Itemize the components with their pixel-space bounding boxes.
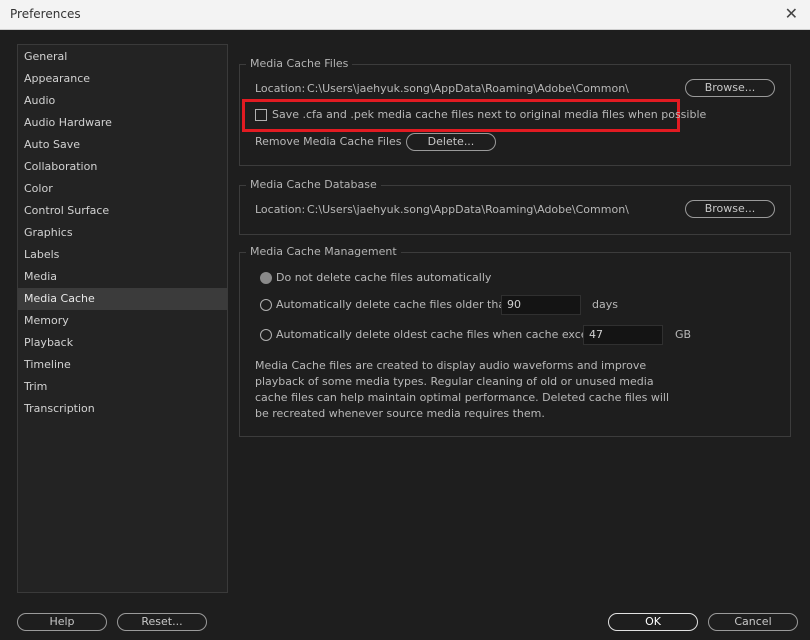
sidebar-item-color[interactable]: Color bbox=[18, 178, 227, 200]
do-not-delete-label: Do not delete cache files automatically bbox=[276, 271, 492, 284]
reset-button[interactable]: Reset... bbox=[117, 613, 207, 631]
sidebar-item-media[interactable]: Media bbox=[18, 266, 227, 288]
sidebar-item-playback[interactable]: Playback bbox=[18, 332, 227, 354]
save-next-to-media-label: Save .cfa and .pek media cache files nex… bbox=[272, 108, 707, 121]
sidebar-item-auto-save[interactable]: Auto Save bbox=[18, 134, 227, 156]
close-icon[interactable]: ✕ bbox=[785, 4, 798, 23]
sidebar-item-appearance[interactable]: Appearance bbox=[18, 68, 227, 90]
sidebar-item-media-cache[interactable]: Media Cache bbox=[18, 288, 227, 310]
location-label: Location: bbox=[255, 82, 306, 95]
cancel-button[interactable]: Cancel bbox=[708, 613, 798, 631]
sidebar: General Appearance Audio Audio Hardware Auto… bbox=[17, 44, 228, 593]
sidebar-item-general[interactable]: General bbox=[18, 46, 227, 68]
delete-exceeds-radio[interactable] bbox=[260, 329, 272, 341]
delete-older-label: Automatically delete cache files older t… bbox=[276, 298, 516, 311]
group-title: Media Cache Management bbox=[246, 245, 401, 258]
sidebar-item-audio[interactable]: Audio bbox=[18, 90, 227, 112]
location-label: Location: bbox=[255, 203, 306, 216]
ok-button[interactable]: OK bbox=[608, 613, 698, 631]
cache-files-browse-button[interactable]: Browse... bbox=[685, 79, 775, 97]
sidebar-item-memory[interactable]: Memory bbox=[18, 310, 227, 332]
gb-unit-label: GB bbox=[675, 328, 692, 341]
cache-files-location-value: C:\Users\jaehyuk.song\AppData\Roaming\Ad… bbox=[307, 82, 629, 95]
do-not-delete-radio[interactable] bbox=[260, 272, 272, 284]
gb-input[interactable]: 47 bbox=[583, 325, 663, 345]
sidebar-item-control-surface[interactable]: Control Surface bbox=[18, 200, 227, 222]
sidebar-item-audio-hardware[interactable]: Audio Hardware bbox=[18, 112, 227, 134]
cache-description: Media Cache files are created to display… bbox=[255, 359, 670, 420]
help-button[interactable]: Help bbox=[17, 613, 107, 631]
save-next-to-media-checkbox[interactable] bbox=[255, 109, 267, 121]
title-bar: Preferences ✕ bbox=[0, 0, 810, 30]
sidebar-item-trim[interactable]: Trim bbox=[18, 376, 227, 398]
group-title: Media Cache Files bbox=[246, 57, 353, 70]
sidebar-item-graphics[interactable]: Graphics bbox=[18, 222, 227, 244]
delete-older-radio[interactable] bbox=[260, 299, 272, 311]
cache-db-location-value: C:\Users\jaehyuk.song\AppData\Roaming\Ad… bbox=[307, 203, 629, 216]
days-unit-label: days bbox=[592, 298, 618, 311]
days-input[interactable]: 90 bbox=[501, 295, 581, 315]
sidebar-list: General Appearance Audio Audio Hardware Auto… bbox=[18, 45, 227, 420]
remove-cache-label: Remove Media Cache Files bbox=[255, 135, 402, 148]
window-title: Preferences bbox=[10, 7, 81, 21]
group-title: Media Cache Database bbox=[246, 178, 381, 191]
cache-db-browse-button[interactable]: Browse... bbox=[685, 200, 775, 218]
delete-exceeds-label: Automatically delete oldest cache files … bbox=[276, 328, 611, 341]
sidebar-item-transcription[interactable]: Transcription bbox=[18, 398, 227, 420]
sidebar-item-timeline[interactable]: Timeline bbox=[18, 354, 227, 376]
sidebar-item-labels[interactable]: Labels bbox=[18, 244, 227, 266]
delete-button[interactable]: Delete... bbox=[406, 133, 496, 151]
sidebar-item-collaboration[interactable]: Collaboration bbox=[18, 156, 227, 178]
